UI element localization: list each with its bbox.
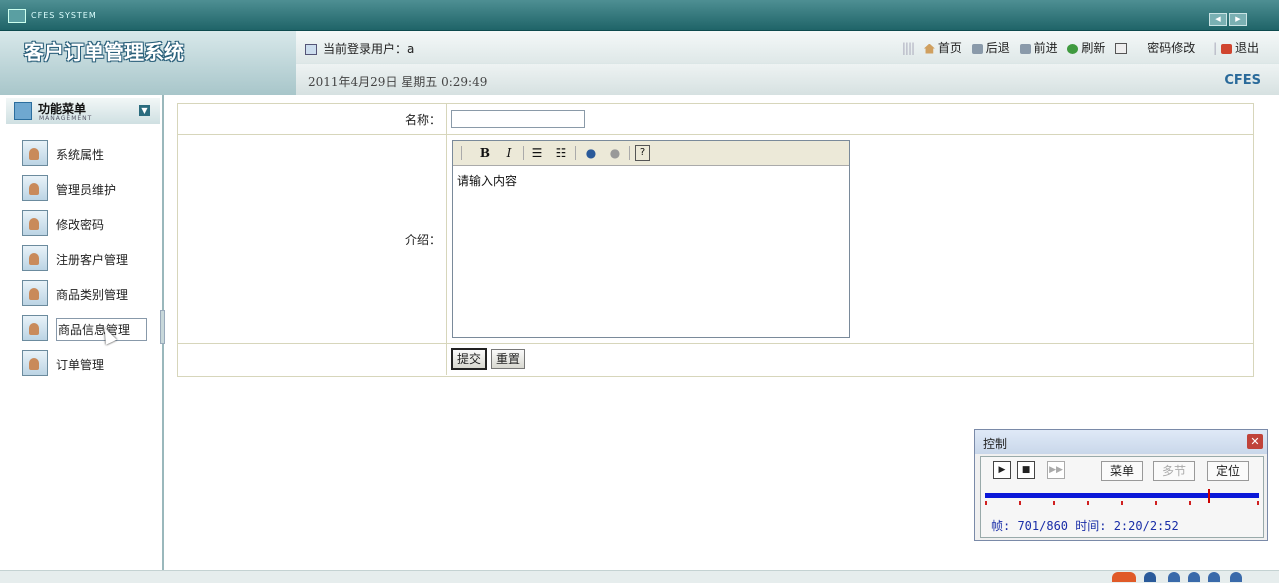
playback-status: 帧: 701/860 时间: 2:20/2:52 [991, 519, 1179, 533]
name-row: 名称： [178, 104, 1253, 135]
italic-button[interactable]: I [501, 145, 517, 161]
window-nav: ◀ ▶ [1207, 10, 1247, 26]
system-tray [1112, 572, 1262, 582]
playback-control-panel: 控制 ✕ ▶ ■ ▶▶ 菜单 多节 定位 帧: 701/860 时间: 2:20… [974, 429, 1268, 541]
menu-icon [14, 102, 32, 120]
user-card-icon [22, 245, 48, 271]
sidebar-splitter[interactable] [160, 310, 165, 344]
ordered-list-icon[interactable]: ☰ [529, 145, 545, 161]
menu-button[interactable]: 菜单 [1101, 461, 1143, 481]
progress-marker[interactable] [1208, 489, 1210, 503]
back-icon [971, 43, 983, 54]
current-user: 当前登录用户：a [305, 40, 414, 57]
app-title: 客户订单管理系统 [24, 40, 184, 64]
stop-icon[interactable]: ■ [1017, 461, 1035, 479]
user-card-icon [22, 280, 48, 306]
language-icon[interactable] [1144, 572, 1156, 582]
skip-icon[interactable]: ▶▶ [1047, 461, 1065, 479]
toolbar-separator [629, 146, 630, 160]
progress-tick [1019, 501, 1021, 505]
edit-icon [1115, 43, 1128, 54]
user-card-icon [22, 175, 48, 201]
multi-section-button[interactable]: 多节 [1153, 461, 1195, 481]
user-card-icon [22, 140, 48, 166]
tray-icon[interactable] [1208, 572, 1220, 582]
control-panel-title: 控制 [983, 437, 1008, 451]
progress-tick [985, 501, 987, 505]
toolbar-separator [575, 146, 576, 160]
current-user-name: a [407, 42, 415, 56]
sidebar-item-product-management[interactable]: 商品信息管理 [22, 315, 162, 343]
back-link[interactable]: 后退 [971, 41, 1010, 55]
user-card-icon [22, 350, 48, 376]
bottom-status-bar [0, 570, 1279, 583]
close-icon[interactable]: ✕ [1247, 434, 1263, 449]
sidebar-item-admin-maintenance[interactable]: 管理员维护 [22, 175, 162, 203]
refresh-icon [1067, 43, 1079, 54]
sidebar-item-system-properties[interactable]: 系统属性 [22, 140, 162, 168]
window-prev-button[interactable]: ◀ [1209, 13, 1227, 26]
exit-icon [1220, 43, 1232, 54]
user-card-icon [22, 315, 48, 341]
refresh-link[interactable]: 刷新 [1067, 41, 1105, 55]
menu-subtitle: MANAGEMENT [39, 115, 93, 122]
rich-text-editor[interactable]: B I ☰ ☷ ● ● ? 请输入内容 [452, 140, 850, 338]
help-icon[interactable]: ? [635, 145, 650, 161]
home-link[interactable]: 首页 [923, 41, 962, 55]
toolbar-separator [523, 146, 524, 160]
unlink-icon[interactable]: ● [607, 145, 623, 161]
control-panel-body: ▶ ■ ▶▶ 菜单 多节 定位 帧: 701/860 时间: 2:20/2:52 [980, 456, 1264, 538]
window-next-button[interactable]: ▶ [1229, 13, 1247, 26]
progress-tick [1121, 501, 1123, 505]
password-link[interactable]: 密码修改 [1115, 41, 1195, 55]
reset-button[interactable]: 重置 [491, 349, 525, 369]
link-icon[interactable]: ● [583, 145, 599, 161]
editor-content[interactable]: 请输入内容 [457, 172, 517, 189]
progress-track[interactable] [985, 493, 1259, 498]
sidebar-item-category-management[interactable]: 商品类别管理 [22, 280, 162, 308]
current-datetime: 2011年4月29日 星期五 0:29:49 [308, 75, 488, 89]
name-input[interactable] [451, 110, 585, 128]
home-icon [923, 43, 935, 54]
locate-button[interactable]: 定位 [1207, 461, 1249, 481]
tray-icon[interactable] [1230, 572, 1242, 582]
editor-toolbar: B I ☰ ☷ ● ● ? [453, 141, 849, 166]
sidebar-item-order-management[interactable]: 订单管理 [22, 350, 162, 378]
exit-link[interactable]: | 退出 [1213, 41, 1259, 55]
progress-tick [1155, 501, 1157, 505]
forward-link[interactable]: 前进 [1019, 41, 1058, 55]
user-icon [305, 44, 317, 55]
collapse-icon[interactable]: ▼ [139, 105, 150, 116]
system-title-bar: CFES SYSTEM ◀ ▶ [0, 0, 1279, 31]
play-icon[interactable]: ▶ [993, 461, 1011, 479]
computer-icon [8, 9, 26, 23]
intro-label: 介绍： [404, 233, 441, 247]
control-panel-header: 控制 ✕ [975, 430, 1267, 454]
top-links: |||| 首页 后退 前进 刷新 密码修改 | 退出 [901, 41, 1259, 55]
sidebar-item-change-password[interactable]: 修改密码 [22, 210, 162, 238]
bold-button[interactable]: B [477, 145, 493, 161]
submit-button[interactable]: 提交 [451, 348, 487, 370]
unordered-list-icon[interactable]: ☷ [553, 145, 569, 161]
progress-tick [1189, 501, 1191, 505]
name-label: 名称： [404, 113, 441, 127]
progress-tick [1257, 501, 1259, 505]
brand-label: CFES [1224, 73, 1261, 88]
system-title: CFES SYSTEM [31, 11, 97, 20]
sidebar-item-customer-management[interactable]: 注册客户管理 [22, 245, 162, 273]
tray-icon[interactable] [1188, 572, 1200, 582]
tray-icon[interactable] [1168, 572, 1180, 582]
column-divider [446, 103, 447, 375]
user-card-icon [22, 210, 48, 236]
progress-tick [1053, 501, 1055, 505]
menu-header: 功能菜单 MANAGEMENT ▼ [6, 98, 160, 124]
current-user-label: 当前登录用户： [323, 42, 408, 56]
toolbar-separator [461, 146, 462, 160]
forward-icon [1019, 43, 1031, 54]
input-method-icon[interactable] [1112, 572, 1136, 582]
progress-tick [1087, 501, 1089, 505]
